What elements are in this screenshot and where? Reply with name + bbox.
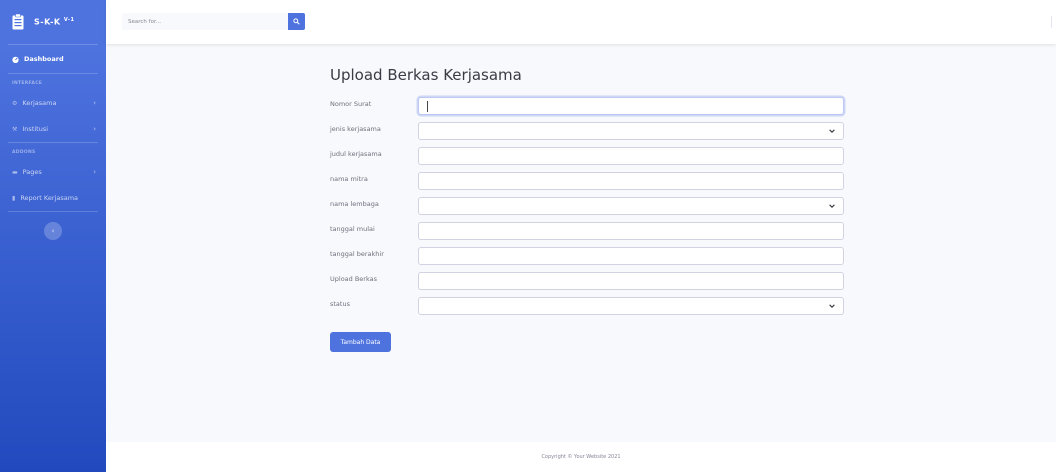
sidebar-item-dashboard[interactable]: Dashboard [0, 45, 106, 73]
form-row-tanggal-mulai: tanggal mulai [330, 222, 844, 240]
field-label: judul kerjasama [330, 150, 382, 158]
main-content: Upload Berkas Kerjasama Nomor Surat jeni… [106, 44, 1056, 442]
tanggal-mulai-input[interactable] [418, 222, 844, 240]
form-row-nomor-surat: Nomor Surat [330, 97, 844, 115]
dashboard-icon [12, 56, 19, 63]
field-label: nama mitra [330, 175, 368, 183]
sidebar-heading-interface: INTERFACE [12, 81, 43, 86]
sidebar-item-label: Report Kerjasama [20, 194, 79, 202]
jenis-kerjasama-select[interactable] [418, 122, 844, 140]
brand-version: V-1 [63, 17, 75, 24]
sidebar: S-K-K V-1 Dashboard INTERFACE ⚙ Kerjasam… [0, 0, 106, 472]
chevron-down-icon [829, 129, 835, 133]
gear-icon: ⚙ [12, 99, 18, 107]
copyright-text: Copyright © Your Website 2021 [541, 454, 621, 460]
form-row-nama-mitra: nama mitra [330, 172, 844, 190]
field-label: Nomor Surat [330, 100, 372, 108]
nomor-surat-input[interactable] [418, 97, 844, 115]
form-row-tanggal-berakhir: tanggal berakhir [330, 247, 844, 265]
form-row-status: status [330, 297, 844, 315]
chart-icon: ▮ [12, 194, 16, 202]
search-button[interactable] [288, 13, 305, 30]
tambah-data-button[interactable]: Tambah Data [330, 332, 391, 352]
wrench-icon: ⚒ [12, 125, 18, 133]
sidebar-item-kerjasama[interactable]: ⚙ Kerjasama › [0, 90, 106, 116]
chevron-right-icon: › [93, 168, 96, 176]
sidebar-brand[interactable]: S-K-K V-1 [0, 0, 106, 44]
sidebar-item-label: Institusi [22, 125, 49, 133]
judul-kerjasama-input[interactable] [418, 147, 844, 165]
form-row-upload-berkas: Upload Berkas [330, 272, 844, 290]
topbar-divider [1051, 16, 1052, 28]
chevron-down-icon [829, 204, 835, 208]
status-select[interactable] [418, 297, 844, 315]
sidebar-item-pages[interactable]: ▬ Pages › [0, 159, 106, 185]
tanggal-berakhir-input[interactable] [418, 247, 844, 265]
sidebar-heading-addons: ADDONS [12, 150, 36, 155]
form-row-jenis-kerjasama: jenis kerjasama [330, 122, 844, 140]
form-row-judul-kerjasama: judul kerjasama [330, 147, 844, 165]
field-label: tanggal berakhir [330, 250, 384, 258]
nama-lembaga-select[interactable] [418, 197, 844, 215]
upload-berkas-input[interactable] [418, 272, 844, 290]
field-label: status [330, 300, 350, 308]
chevron-right-icon: › [93, 99, 96, 107]
folder-icon: ▬ [12, 168, 18, 176]
sidebar-item-label: Pages [22, 168, 42, 176]
brand-name: S-K-K [34, 17, 61, 27]
sidebar-item-label: Dashboard [24, 55, 64, 63]
chevron-right-icon: › [93, 125, 96, 133]
form-row-nama-lembaga: nama lembaga [330, 197, 844, 215]
topbar [106, 0, 1056, 44]
text-caret [427, 101, 428, 112]
chevron-down-icon [829, 304, 835, 308]
search-input[interactable] [122, 13, 290, 30]
footer: Copyright © Your Website 2021 [106, 442, 1056, 472]
clipboard-icon [12, 14, 24, 30]
field-label: jenis kerjasama [330, 125, 381, 133]
nama-mitra-input[interactable] [418, 172, 844, 190]
sidebar-item-institusi[interactable]: ⚒ Institusi › [0, 116, 106, 142]
sidebar-toggle-button[interactable]: ‹ [44, 222, 62, 240]
field-label: Upload Berkas [330, 275, 377, 283]
sidebar-item-label: Kerjasama [22, 99, 57, 107]
field-label: nama lembaga [330, 200, 379, 208]
page-title: Upload Berkas Kerjasama [330, 66, 522, 84]
field-label: tanggal mulai [330, 225, 375, 233]
search-icon [293, 18, 300, 25]
sidebar-item-report-kerjasama[interactable]: ▮ Report Kerjasama [0, 185, 106, 211]
